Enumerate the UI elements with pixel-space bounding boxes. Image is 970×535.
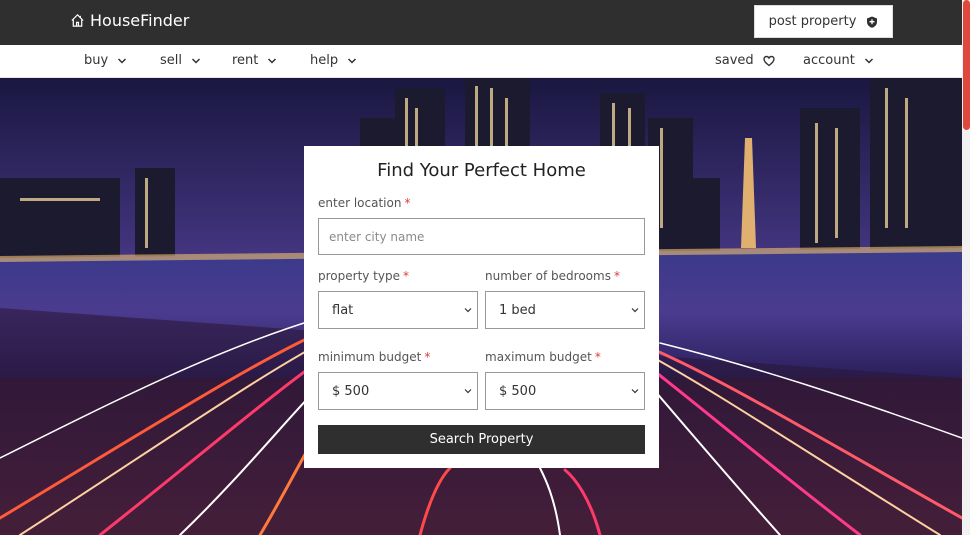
nav-item-buy[interactable]: buy [84,53,127,68]
bedrooms-select[interactable]: 1 bed [485,291,645,329]
search-property-button[interactable]: Search Property [318,425,645,454]
chevron-down-icon [348,57,357,64]
select-value: flat [332,302,354,318]
shield-icon [867,16,878,28]
location-input[interactable] [318,218,645,255]
nav-item-help[interactable]: help [310,53,357,68]
nav-item-label: account [803,53,855,68]
bedrooms-label: number of bedrooms * [485,269,620,283]
chevron-down-icon [464,389,472,394]
heart-icon [762,55,775,66]
required-marker: * [404,196,411,210]
nav-item-label: buy [84,53,109,68]
select-value: 1 bed [499,302,536,318]
nav-item-saved[interactable]: saved [715,53,775,68]
bedrooms-label-text: number of bedrooms [485,269,611,283]
nav-item-label: sell [160,53,182,68]
chevron-down-icon [268,57,277,64]
brand-name: HouseFinder [90,11,190,30]
post-property-label: post property [768,14,857,29]
required-marker: * [594,350,601,364]
location-label-text: enter location [318,196,402,210]
max-budget-select[interactable]: $ 500 [485,372,645,410]
nav-item-label: rent [232,53,259,68]
min-budget-select[interactable]: $ 500 [318,372,478,410]
main-nav: buy sell rent help saved account [0,45,962,78]
select-value: $ 500 [332,383,370,399]
min-budget-label-text: minimum budget [318,350,422,364]
min-budget-label: minimum budget * [318,350,430,364]
select-value: $ 500 [499,383,537,399]
nav-item-label: help [310,53,339,68]
top-header: HouseFinder post property [0,0,970,45]
nav-item-account[interactable]: account [803,53,874,68]
location-label: enter location * [318,196,410,210]
max-budget-label-text: maximum budget [485,350,592,364]
nav-item-sell[interactable]: sell [160,53,201,68]
search-card: Find Your Perfect Home enter location* p… [304,146,659,468]
property-type-label-text: property type [318,269,400,283]
property-type-label: property type * [318,269,409,283]
nav-item-label: saved [715,53,754,68]
property-type-select[interactable]: flat [318,291,478,329]
chevron-down-icon [631,389,639,394]
required-marker: * [403,269,409,283]
chevron-down-icon [464,308,472,313]
chevron-down-icon [631,308,639,313]
brand-logo[interactable]: HouseFinder [70,11,189,30]
max-budget-label: maximum budget * [485,350,601,364]
chevron-down-icon [118,57,127,64]
required-marker: * [613,269,620,283]
house-icon [71,14,84,27]
post-property-button[interactable]: post property [754,5,893,38]
scrollbar-thumb[interactable] [963,0,970,130]
required-marker: * [424,350,431,364]
chevron-down-icon [191,57,201,64]
chevron-down-icon [864,57,873,64]
nav-item-rent[interactable]: rent [232,53,277,68]
search-title: Find Your Perfect Home [377,160,586,181]
